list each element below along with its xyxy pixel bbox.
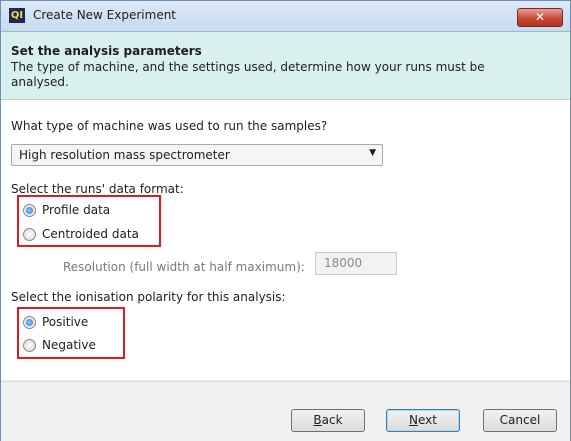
close-button[interactable]: ✕ <box>517 8 563 27</box>
machine-type-dropdown[interactable]: High resolution mass spectrometer ▼ <box>11 144 383 166</box>
dialog-footer: Back Next Cancel <box>1 381 570 441</box>
radio-negative[interactable]: Negative <box>23 338 96 352</box>
step-description: The type of machine, and the settings us… <box>11 60 485 89</box>
next-label: ext <box>418 413 437 427</box>
cancel-button[interactable]: Cancel <box>483 409 557 432</box>
step-header: Set the analysis parameters The type of … <box>1 32 570 100</box>
resolution-value: 18000 <box>324 256 363 270</box>
radio-label: Positive <box>42 315 89 329</box>
radio-selected-icon[interactable] <box>23 315 36 329</box>
data-format-label: Select the runs' data format: <box>11 182 184 196</box>
next-mnemonic: N <box>409 413 418 427</box>
radio-unselected-icon[interactable] <box>23 338 36 352</box>
app-logo-icon: QI <box>9 8 25 23</box>
radio-unselected-icon[interactable] <box>23 227 36 241</box>
radio-label: Profile data <box>42 203 111 217</box>
next-button[interactable]: Next <box>386 409 460 432</box>
content-area: What type of machine was used to run the… <box>1 100 570 380</box>
resolution-input: 18000 <box>315 252 397 275</box>
radio-selected-icon[interactable] <box>23 203 36 217</box>
machine-type-value: High resolution mass spectrometer <box>19 148 230 162</box>
machine-question-label: What type of machine was used to run the… <box>11 119 328 133</box>
radio-positive[interactable]: Positive <box>23 315 88 329</box>
title-bar[interactable]: QI Create New Experiment ✕ <box>1 1 570 32</box>
polarity-label: Select the ionisation polarity for this … <box>11 290 286 304</box>
radio-profile-data[interactable]: Profile data <box>23 203 110 217</box>
back-mnemonic: B <box>313 413 322 427</box>
step-title: Set the analysis parameters <box>11 44 202 58</box>
radio-label: Negative <box>42 338 96 352</box>
window-title: Create New Experiment <box>33 8 177 22</box>
dialog-window: QI Create New Experiment ✕ Set the analy… <box>0 0 571 441</box>
radio-label: Centroided data <box>42 227 139 241</box>
radio-centroided-data[interactable]: Centroided data <box>23 227 139 241</box>
back-button[interactable]: Back <box>291 409 365 432</box>
back-label: ack <box>321 413 343 427</box>
dropdown-arrow-icon: ▼ <box>369 148 376 158</box>
resolution-label: Resolution (full width at half maximum): <box>63 260 305 274</box>
